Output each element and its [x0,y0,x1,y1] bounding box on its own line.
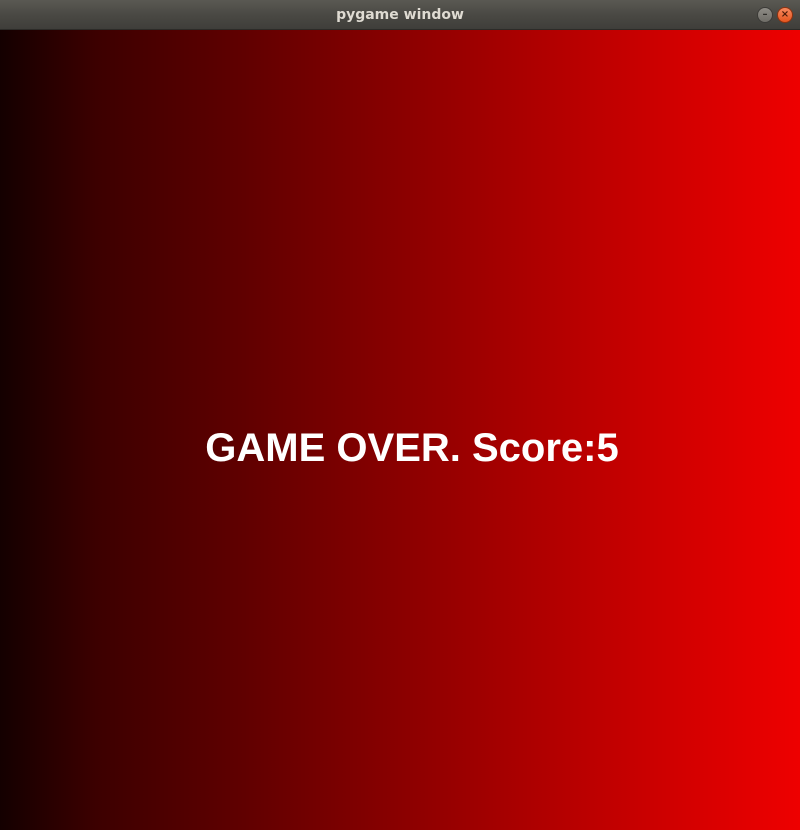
close-button[interactable]: × [777,7,793,23]
window-title: pygame window [336,7,464,23]
game-canvas[interactable]: GAME OVER. Score:5 [0,30,800,830]
minimize-button[interactable]: – [757,7,773,23]
minimize-icon: – [762,9,768,20]
pygame-window: pygame window – × GAME OVER. Score:5 [0,0,800,830]
game-over-message: GAME OVER. Score:5 [205,426,619,470]
close-icon: × [780,9,790,20]
window-titlebar[interactable]: pygame window – × [0,0,800,30]
